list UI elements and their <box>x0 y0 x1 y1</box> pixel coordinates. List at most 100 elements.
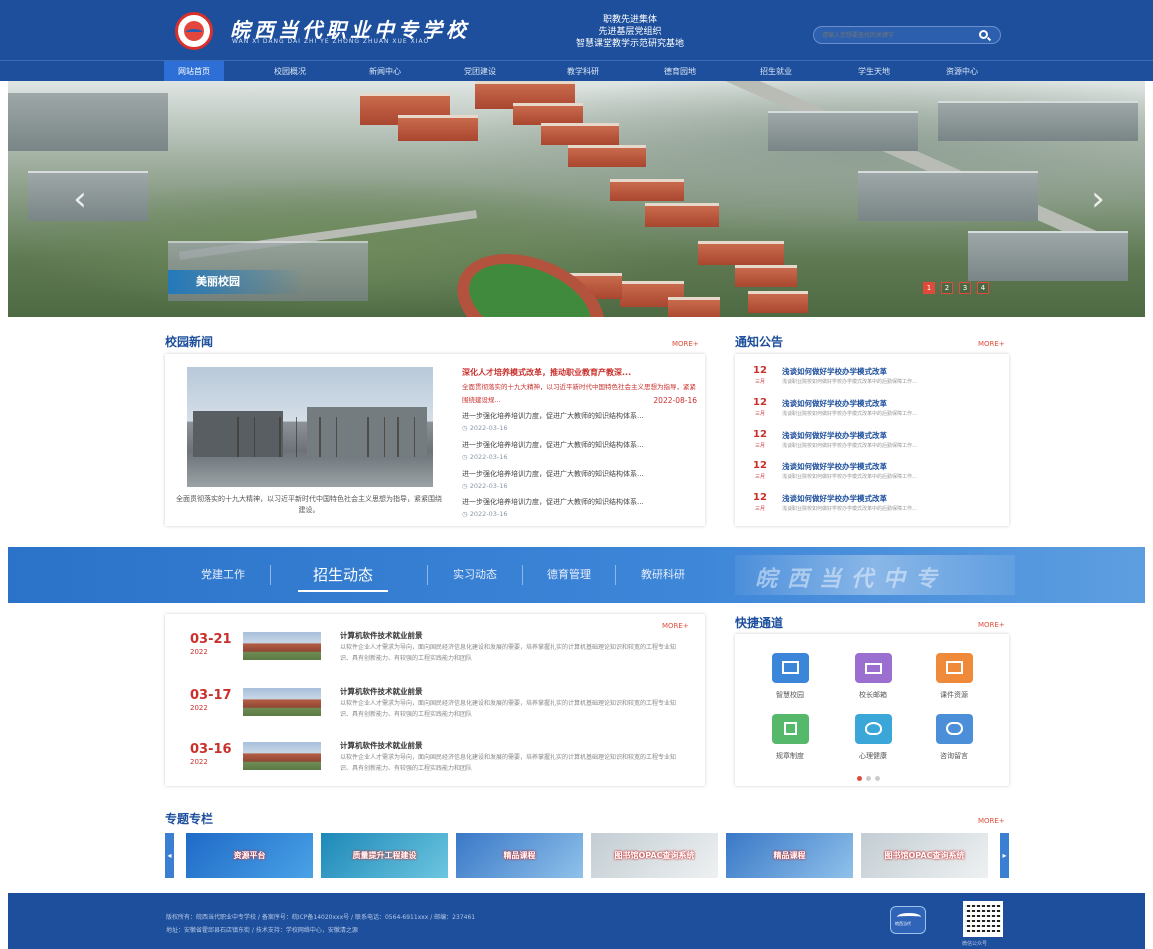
news-item-date: 2022-03-16 <box>469 510 508 518</box>
special-columns-more-link[interactable]: MORE+ <box>978 817 1005 825</box>
nav-item-teaching[interactable]: 教学科研 <box>553 61 613 82</box>
news-photo-caption: 全面贯彻落实的十九大精神，以习近平新时代中国特色社会主义思想为指导，紧紧围绕建设… <box>176 495 442 514</box>
pagination-dot[interactable] <box>875 776 880 781</box>
special-card-library-opac[interactable]: 图书馆OPAC查询系统 <box>861 833 988 878</box>
banner-page-button[interactable]: 1 <box>923 282 935 294</box>
admission-item-year: 2022 <box>190 758 208 766</box>
book-icon <box>771 714 809 744</box>
quick-link-courseware[interactable]: 课件资源 <box>924 653 984 700</box>
notice-more-link[interactable]: MORE+ <box>978 340 1005 348</box>
news-item-title: 进一步强化培养培训力度，促进广大教师的知识结构体系... <box>462 412 644 420</box>
nav-item-moral[interactable]: 德育园地 <box>650 61 710 82</box>
tab-internship-news[interactable]: 实习动态 <box>440 547 510 603</box>
banner-caption: 美丽校园 <box>168 270 303 294</box>
footer-badge-logo[interactable]: 皖西当代 <box>890 906 926 934</box>
search-box <box>813 26 1001 44</box>
campus-news-more-link[interactable]: MORE+ <box>672 340 699 348</box>
news-list-item[interactable]: 进一步强化培养培训力度，促进广大教师的知识结构体系... ◷ 2022-03-1… <box>462 411 697 432</box>
clock-icon: ◷ <box>462 510 470 518</box>
admission-item-year: 2022 <box>190 648 208 656</box>
nav-item-students[interactable]: 学生天地 <box>844 61 904 82</box>
news-list-item[interactable]: 进一步强化培养培训力度，促进广大教师的知识结构体系... ◷ 2022-03-1… <box>462 497 697 518</box>
search-icon[interactable] <box>979 30 988 39</box>
admission-list-item[interactable]: 03-21 2022 计算机软件技术就业前景 以软件企业人才需求为导向，面向国民… <box>165 628 705 678</box>
admission-item-date: 03-16 <box>190 742 232 757</box>
tab-party-building[interactable]: 党建工作 <box>193 547 253 603</box>
school-logo[interactable] <box>175 12 213 50</box>
quick-link-regulations[interactable]: 规章制度 <box>760 714 820 761</box>
banner-page-button[interactable]: 4 <box>977 282 989 294</box>
notice-item-title: 浅谈如何做好学校办学模式改革 <box>782 431 887 440</box>
quick-link-smart-campus[interactable]: 智慧校园 <box>760 653 820 700</box>
notice-item-desc: 浅谈职业院校如何做好学校办学模式改革中的后勤保障工作... <box>782 379 917 385</box>
quick-link-consultation[interactable]: 咨询留言 <box>924 714 984 761</box>
news-item-title: 进一步强化培养培训力度，促进广大教师的知识结构体系... <box>462 498 644 506</box>
notice-item[interactable]: 12 三月 浅谈如何做好学校办学模式改革 浅谈职业院校如何做好学校办学模式改革中… <box>753 460 1003 490</box>
clock-icon: ◷ <box>462 482 470 490</box>
notice-item[interactable]: 12 三月 浅谈如何做好学校办学模式改革 浅谈职业院校如何做好学校办学模式改革中… <box>753 492 1003 522</box>
banner-next-arrow[interactable]: › <box>1086 181 1110 217</box>
pagination-dot[interactable] <box>866 776 871 781</box>
heartbeat-icon <box>854 714 892 744</box>
admission-item-thumbnail <box>243 688 321 716</box>
quick-link-label: 规章制度 <box>776 752 804 760</box>
notice-month: 三月 <box>755 506 766 512</box>
special-card-library-opac[interactable]: 图书馆OPAC查询系统 <box>591 833 718 878</box>
pagination-dot[interactable] <box>857 776 862 781</box>
news-list-item[interactable]: 进一步强化培养培训力度，促进广大教师的知识结构体系... ◷ 2022-03-1… <box>462 440 697 461</box>
nav-item-news[interactable]: 新闻中心 <box>355 61 415 82</box>
nav-item-overview[interactable]: 校园概况 <box>260 61 320 82</box>
notice-item[interactable]: 12 三月 浅谈如何做好学校办学模式改革 浅谈职业院校如何做好学校办学模式改革中… <box>753 365 1003 395</box>
nav-item-resources[interactable]: 资源中心 <box>932 61 992 82</box>
admission-item-thumbnail <box>243 742 321 770</box>
nav-item-admission[interactable]: 招生就业 <box>746 61 806 82</box>
admission-item-title: 计算机软件技术就业前景 <box>340 631 423 640</box>
slogan-line: 智慧课堂教学示范研究基地 <box>575 39 684 49</box>
admission-list-item[interactable]: 03-17 2022 计算机软件技术就业前景 以软件企业人才需求为导向，面向国民… <box>165 684 705 734</box>
notice-item[interactable]: 12 三月 浅谈如何做好学校办学模式改革 浅谈职业院校如何做好学校办学模式改革中… <box>753 429 1003 459</box>
admission-list-item[interactable]: 03-16 2022 计算机软件技术就业前景 以软件企业人才需求为导向，面向国民… <box>165 738 705 788</box>
nav-item-home[interactable]: 网站首页 <box>164 61 224 82</box>
admission-news-panel: 03-21 2022 计算机软件技术就业前景 以软件企业人才需求为导向，面向国民… <box>165 614 705 786</box>
quick-links-more-link[interactable]: MORE+ <box>978 621 1005 629</box>
tab-moral-management[interactable]: 德育管理 <box>534 547 604 603</box>
special-card-resource-platform[interactable]: 资源平台 <box>186 833 313 878</box>
nav-item-party[interactable]: 党团建设 <box>450 61 510 82</box>
special-card-quality-courses[interactable]: 精品课程 <box>726 833 853 878</box>
tab-research[interactable]: 教研科研 <box>628 547 698 603</box>
notice-item[interactable]: 12 三月 浅谈如何做好学校办学模式改革 浅谈职业院校如何做好学校办学模式改革中… <box>753 397 1003 427</box>
quick-link-principal-mailbox[interactable]: 校长邮箱 <box>843 653 903 700</box>
clock-icon: ◷ <box>462 453 470 461</box>
special-card-quality-project[interactable]: 质量提升工程建设 <box>321 833 448 878</box>
quick-link-label: 智慧校园 <box>776 691 804 699</box>
notice-day: 12 <box>753 492 767 503</box>
slogan-line: 职教先进集体 <box>602 15 657 25</box>
special-card-label: 质量提升工程建设 <box>352 851 417 860</box>
admission-item-desc: 以软件企业人才需求为导向，面向国民经济信息化建设和发展的需要，培养掌握扎实的计算… <box>340 754 677 772</box>
news-list-item[interactable]: 进一步强化培养培训力度，促进广大教师的知识结构体系... ◷ 2022-03-1… <box>462 469 697 490</box>
notice-item-title: 浅谈如何做好学校办学模式改革 <box>782 494 887 503</box>
news-headline-link[interactable]: 深化人才培养模式改革，推动职业教育产教深... <box>462 367 697 378</box>
carousel-next-arrow[interactable]: ▸ <box>1000 833 1009 878</box>
news-photo[interactable] <box>187 367 433 487</box>
notice-month: 三月 <box>755 411 766 417</box>
admission-item-date: 03-21 <box>190 632 232 647</box>
admission-item-desc: 以软件企业人才需求为导向，面向国民经济信息化建设和发展的需要，培养掌握扎实的计算… <box>340 700 677 718</box>
search-input[interactable] <box>822 29 972 42</box>
school-pinyin: WAN XI DANG DAI ZHI YE ZHONG ZHUAN XUE X… <box>232 38 430 45</box>
admission-more-link[interactable]: MORE+ <box>662 622 689 630</box>
quick-link-label: 课件资源 <box>940 691 968 699</box>
special-card-label: 精品课程 <box>503 851 536 860</box>
banner-pagination: 1234 <box>923 280 995 294</box>
notice-item-desc: 浅谈职业院校如何做好学校办学模式改革中的后勤保障工作... <box>782 474 917 480</box>
banner-prev-arrow[interactable]: ‹ <box>68 181 92 217</box>
tab-admission-news[interactable]: 招生动态 <box>298 547 388 603</box>
notice-item-title: 浅谈如何做好学校办学模式改革 <box>782 399 887 408</box>
quick-link-mental-health[interactable]: 心理健康 <box>843 714 903 761</box>
banner-page-button[interactable]: 3 <box>959 282 971 294</box>
notice-item-desc: 浅谈职业院校如何做好学校办学模式改革中的后勤保障工作... <box>782 443 917 449</box>
banner-page-button[interactable]: 2 <box>941 282 953 294</box>
carousel-prev-arrow[interactable]: ◂ <box>165 833 174 878</box>
special-card-quality-courses[interactable]: 精品课程 <box>456 833 583 878</box>
special-card-label: 图书馆OPAC查询系统 <box>884 851 965 860</box>
